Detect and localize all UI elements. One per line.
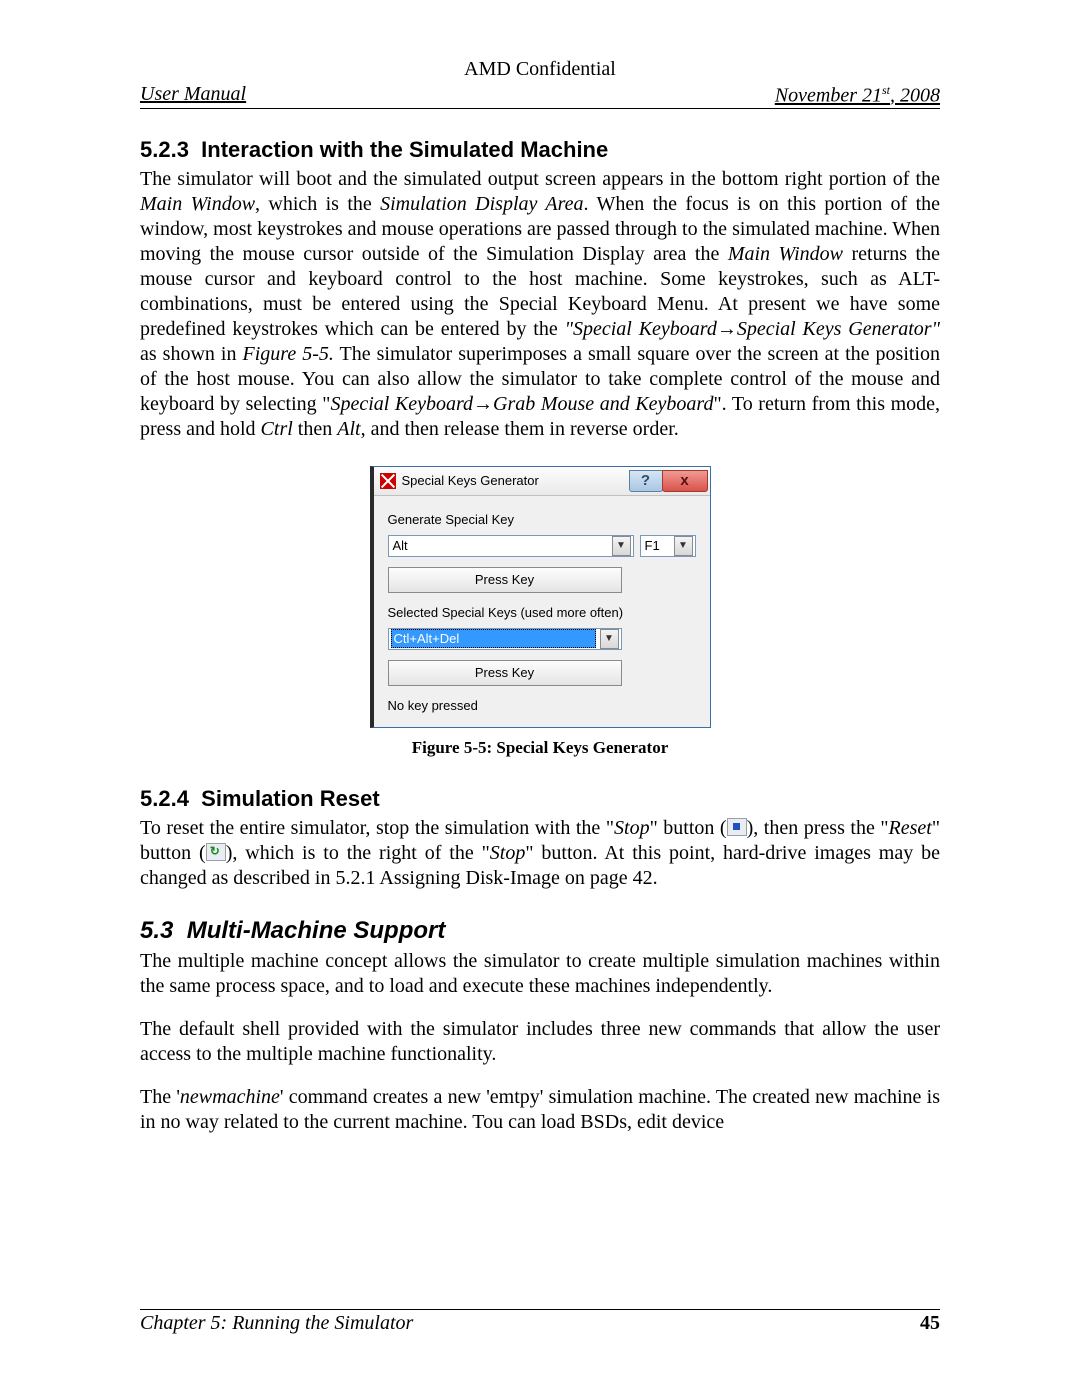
header-date: November 21st, 2008 — [775, 83, 940, 108]
header-row: User Manual November 21st, 2008 — [140, 83, 940, 109]
heading-5-3: 5.3 Multi-Machine Support — [140, 917, 940, 945]
heading-5-2-3-title: Interaction with the Simulated Machine — [201, 137, 608, 162]
chevron-down-icon[interactable]: ▼ — [674, 536, 693, 556]
help-button[interactable]: ? — [629, 470, 663, 492]
stop-icon — [727, 818, 747, 836]
app-icon — [380, 473, 396, 489]
para-5-2-4: To reset the entire simulator, stop the … — [140, 816, 940, 891]
chevron-down-icon[interactable]: ▼ — [612, 536, 631, 556]
heading-5-2-4-num: 5.2.4 — [140, 786, 189, 811]
selected-keys-label: Selected Special Keys (used more often) — [388, 605, 696, 620]
confidential-header: AMD Confidential — [140, 58, 940, 81]
press-key-button-2[interactable]: Press Key — [388, 660, 622, 686]
modifier-combo-value: Alt — [393, 538, 610, 553]
para-5-2-3: The simulator will boot and the simulate… — [140, 167, 940, 442]
dialog-titlebar[interactable]: Special Keys Generator ? x — [374, 467, 710, 496]
figure-caption: Figure 5-5: Special Keys Generator — [140, 738, 940, 758]
fkey-combo[interactable]: F1 ▼ — [640, 535, 696, 557]
para-5-3-3: The 'newmachine' command creates a new '… — [140, 1085, 940, 1135]
footer-chapter: Chapter 5: Running the Simulator — [140, 1312, 413, 1335]
fkey-combo-value: F1 — [645, 538, 672, 553]
preset-combo[interactable]: Ctl+Alt+Del ▼ — [388, 628, 622, 650]
heading-5-2-4: 5.2.4 Simulation Reset — [140, 786, 940, 812]
footer-page: 45 — [920, 1312, 940, 1335]
header-date-prefix: November 21 — [775, 85, 882, 107]
modifier-combo[interactable]: Alt ▼ — [388, 535, 634, 557]
header-left: User Manual — [140, 83, 246, 108]
dialog-title-text: Special Keys Generator — [402, 473, 630, 488]
para-5-3-2: The default shell provided with the simu… — [140, 1017, 940, 1067]
heading-5-2-3: 5.2.3 Interaction with the Simulated Mac… — [140, 137, 940, 163]
header-date-suffix: , 2008 — [890, 85, 940, 107]
heading-5-2-3-num: 5.2.3 — [140, 137, 189, 162]
para-5-3-1: The multiple machine concept allows the … — [140, 949, 940, 999]
press-key-button-1[interactable]: Press Key — [388, 567, 622, 593]
heading-5-2-4-title: Simulation Reset — [201, 786, 379, 811]
reset-icon — [206, 843, 226, 861]
heading-5-3-title: Multi-Machine Support — [187, 917, 446, 944]
chevron-down-icon[interactable]: ▼ — [600, 629, 619, 649]
status-text: No key pressed — [388, 698, 696, 713]
preset-combo-value: Ctl+Alt+Del — [391, 629, 596, 648]
close-button[interactable]: x — [662, 470, 708, 492]
header-date-sup: st — [882, 83, 890, 97]
footer: Chapter 5: Running the Simulator 45 — [140, 1309, 940, 1335]
heading-5-3-num: 5.3 — [140, 917, 173, 944]
special-keys-dialog: Special Keys Generator ? x Generate Spec… — [370, 466, 711, 728]
generate-label: Generate Special Key — [388, 512, 696, 527]
